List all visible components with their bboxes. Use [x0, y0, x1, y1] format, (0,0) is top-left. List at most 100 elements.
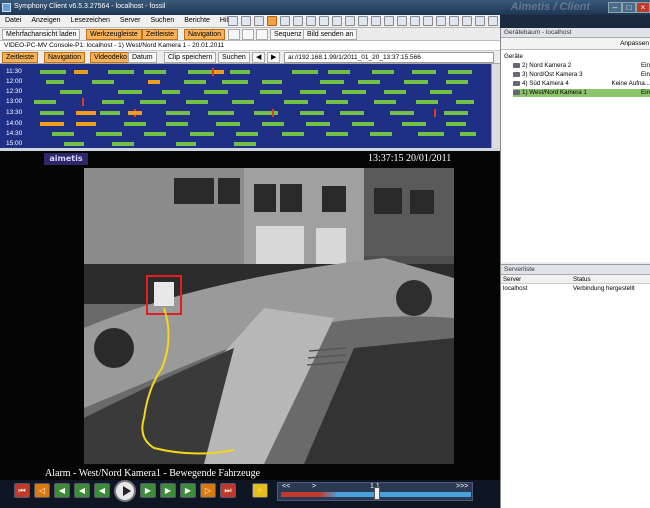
step-back-icon[interactable]: ◀ — [54, 483, 70, 498]
videodeko-button[interactable]: Videodeko — [90, 52, 131, 63]
timeline-scrollbar[interactable] — [491, 64, 500, 148]
grid-icon[interactable] — [384, 16, 394, 26]
menu-bookmarks[interactable]: Lesezeichen — [66, 15, 115, 26]
tree-item-camera-2[interactable]: 2) Nord Kamera 2 Ein — [513, 62, 650, 70]
tree-root-label: Geräte — [504, 53, 523, 60]
skip-start-icon[interactable]: ⏮ — [14, 483, 30, 498]
fast-forward-icon[interactable]: ▶ — [160, 483, 176, 498]
server-name: localhost — [503, 285, 528, 292]
navigation-button[interactable]: Navigation — [44, 52, 86, 63]
server-list-header: Server Status — [501, 275, 650, 284]
timeline-panel[interactable]: 11:30 12:00 12:30 13:00 13:30 14:00 14:3… — [0, 64, 500, 148]
maximize-button[interactable]: □ — [622, 2, 636, 13]
video-toolbar: Zeitleiste Navigation Videodeko Datum Cl… — [0, 51, 500, 64]
timeline-row: 13:30 — [0, 109, 490, 118]
live-icon[interactable]: ⚡ — [252, 483, 268, 498]
play-button[interactable] — [114, 480, 136, 502]
menu-reports[interactable]: Berichte — [179, 15, 215, 26]
save-clip-button[interactable]: Clip speichern — [164, 52, 217, 63]
camera-icon — [513, 89, 520, 95]
timeline-toggle-button[interactable]: Zeitleiste — [142, 29, 179, 40]
send-image-dropdown[interactable]: Bild senden an — [303, 29, 358, 40]
video-timestamp: 13:37:15 20/01/2011 — [368, 153, 452, 164]
tree-item-camera-3[interactable]: 3) Nord/Ost Kamera 3 Ein — [513, 71, 650, 79]
sequence-dropdown[interactable]: Sequenz — [270, 29, 306, 40]
grid-icon[interactable] — [267, 16, 277, 26]
step-forward-icon[interactable]: ▶ — [180, 483, 196, 498]
layout-icon[interactable] — [241, 16, 251, 26]
next-event-icon[interactable]: ▷ — [200, 483, 216, 498]
table-row[interactable]: localhost Verbindung hergestellt — [501, 284, 650, 293]
grid-icon[interactable] — [242, 29, 254, 40]
layout-icon[interactable] — [228, 16, 238, 26]
tree-item-status: Ein — [641, 62, 650, 69]
grid-icon[interactable] — [436, 16, 446, 26]
grid-icon[interactable] — [293, 16, 303, 26]
close-button[interactable]: × — [636, 2, 650, 13]
search-button[interactable]: Suchen — [218, 52, 250, 63]
tree-item-camera-4[interactable]: 4) Süd Kamera 4 Keine Aufna... — [513, 80, 650, 88]
grid-icon[interactable] — [280, 16, 290, 26]
grid-icon[interactable] — [462, 16, 472, 26]
grid-icon[interactable] — [488, 16, 498, 26]
speed-slider[interactable]: << > 1.1 >>> — [277, 482, 473, 501]
grid-icon[interactable] — [319, 16, 329, 26]
load-multiview-button[interactable]: Mehrfachansicht laden — [2, 29, 81, 40]
menu-view[interactable]: Anzeigen — [26, 15, 65, 26]
step-forward-frame-icon[interactable]: ▶ — [140, 483, 156, 498]
timeline-row: 14:30 — [0, 130, 490, 139]
url-field[interactable]: ai://192.168.1.99/1/2011_01_20_13:37:15.… — [284, 52, 494, 63]
device-tree: Geräte 2) Nord Kamera 2 Ein 3) Nord/Ost … — [501, 50, 650, 262]
back-arrow-icon[interactable]: ◀ — [252, 52, 265, 63]
tree-item-label: 2) Nord Kamera 2 — [522, 62, 572, 69]
adjust-button[interactable]: Anpassen — [620, 40, 649, 47]
device-tree-title: Gerätebaum - localhost — [501, 28, 650, 38]
toolbar-toggle-button[interactable]: Werkzeugleiste — [86, 29, 142, 40]
menu-server[interactable]: Server — [115, 15, 146, 26]
timeline-time: 13:30 — [6, 109, 23, 116]
device-tree-toolbar: Anpassen — [501, 38, 650, 50]
rewind-icon[interactable]: ◀ — [74, 483, 90, 498]
grid-icon[interactable] — [410, 16, 420, 26]
speed-knob[interactable] — [374, 487, 380, 500]
video-viewer[interactable]: aimetis 13:37:15 20/01/2011 Alarm - West… — [0, 151, 500, 480]
playback-controls: ⏮ ◁ ◀ ◀ ◀ ▶ ▶ ▶ ▷ ⏭ ⚡ << > 1.1 >>> — [0, 480, 500, 508]
timeline-button[interactable]: Zeitleiste — [2, 52, 39, 63]
grid-icon[interactable] — [475, 16, 485, 26]
tree-item-camera-1[interactable]: 1) West/Nord Kamera 1 Ein — [513, 89, 650, 97]
minimize-button[interactable]: – — [608, 2, 622, 13]
camera-image — [84, 168, 454, 464]
lock-icon[interactable] — [228, 29, 240, 40]
forward-arrow-icon[interactable]: ▶ — [267, 52, 280, 63]
grid-icon[interactable] — [371, 16, 381, 26]
grid-icon[interactable] — [423, 16, 433, 26]
grid-icon[interactable] — [449, 16, 459, 26]
navigation-toggle-button[interactable]: Navigation — [184, 29, 226, 40]
column-status[interactable]: Status — [573, 276, 591, 283]
grid-icon[interactable] — [254, 16, 264, 26]
skip-end-icon[interactable]: ⏭ — [220, 483, 236, 498]
date-button[interactable]: Datum — [128, 52, 157, 63]
column-server[interactable]: Server — [503, 276, 521, 283]
tree-item-label: 3) Nord/Ost Kamera 3 — [522, 71, 583, 78]
grid-icon[interactable] — [345, 16, 355, 26]
server-list-title: Serverliste — [501, 265, 650, 275]
grid-icon[interactable] — [332, 16, 342, 26]
grid-icon[interactable] — [358, 16, 368, 26]
step-back-frame-icon[interactable]: ◀ — [94, 483, 110, 498]
tree-root[interactable]: Geräte — [504, 53, 650, 61]
grid-icon[interactable] — [306, 16, 316, 26]
tree-item-label: 4) Süd Kamera 4 — [522, 80, 569, 87]
server-list-panel: Serverliste Server Status localhost Verb… — [501, 264, 650, 508]
window-titlebar: Symphony Client v6.5.3.27564 - localhost… — [0, 0, 650, 15]
server-status: Verbindung hergestellt — [573, 285, 635, 292]
grid-icon[interactable] — [256, 29, 268, 40]
timeline-row: 12:00 — [0, 78, 490, 87]
tree-item-status: Ein — [641, 71, 650, 78]
window-title: Symphony Client v6.5.3.27564 - localhost… — [14, 3, 166, 10]
menu-file[interactable]: Datei — [0, 15, 26, 26]
menu-search[interactable]: Suchen — [145, 15, 179, 26]
tree-item-label: 1) West/Nord Kamera 1 — [522, 89, 587, 96]
grid-icon[interactable] — [397, 16, 407, 26]
prev-event-icon[interactable]: ◁ — [34, 483, 50, 498]
